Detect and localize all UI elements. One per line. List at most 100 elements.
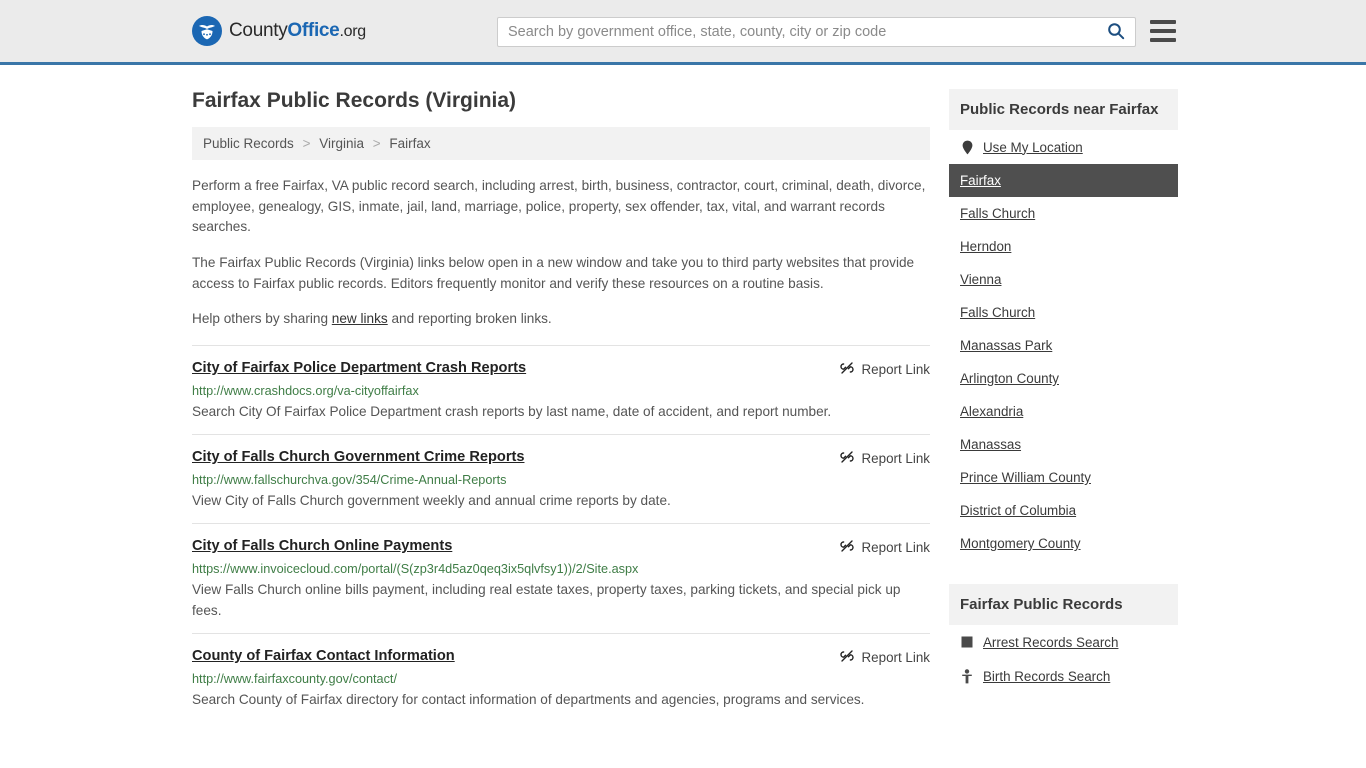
eagle-shield-icon [192, 16, 222, 46]
search-icon [1107, 22, 1125, 43]
sidebar-link-label[interactable]: Prince William County [960, 470, 1091, 485]
result-header: City of Falls Church Online Payments Rep… [192, 538, 930, 557]
report-link-button[interactable]: Report Link [821, 360, 930, 379]
sidebar-link-label[interactable]: Arrest Records Search [983, 635, 1118, 650]
result-url: http://www.crashdocs.org/va-cityoffairfa… [192, 383, 419, 398]
result-item: City of Falls Church Online Payments Rep… [192, 523, 930, 633]
hamburger-menu-icon[interactable] [1150, 20, 1176, 42]
sidebar-link-label[interactable]: Manassas [960, 437, 1021, 452]
breadcrumb-separator-2: > [372, 136, 381, 151]
logo-text-org: .org [339, 23, 366, 40]
new-links-link[interactable]: new links [332, 311, 388, 326]
share-text-after: and reporting broken links. [387, 311, 552, 327]
result-item: City of Falls Church Government Crime Re… [192, 434, 930, 523]
sidebar-link-label[interactable]: Herndon [960, 239, 1011, 254]
result-url: http://www.fairfaxcounty.gov/contact/ [192, 672, 397, 687]
sidebar-item-arlington-county[interactable]: Arlington County [949, 362, 1178, 395]
logo-text-county: County [229, 20, 288, 41]
page-body: Fairfax Public Records (Virginia) Public… [0, 65, 1366, 722]
sidebar-link-label[interactable]: Fairfax [960, 173, 1001, 188]
search-bar [497, 17, 1136, 47]
sidebar-item-prince-william-county[interactable]: Prince William County [949, 461, 1178, 494]
main-content: Fairfax Public Records (Virginia) Public… [192, 65, 930, 722]
sidebar-link-label[interactable]: Montgomery County [960, 536, 1081, 551]
sidebar-records-list: Arrest Records Search Birth Records Sear… [949, 625, 1178, 693]
sidebar: Public Records near Fairfax Use My Locat… [949, 65, 1178, 722]
result-title-link[interactable]: City of Fairfax Police Department Crash … [192, 360, 526, 376]
result-item: City of Fairfax Police Department Crash … [192, 344, 930, 434]
broken-link-icon [839, 360, 855, 379]
breadcrumb-item-public-records[interactable]: Public Records [203, 136, 294, 151]
sidebar-link-label[interactable]: Arlington County [960, 371, 1059, 386]
broken-link-icon [839, 538, 855, 557]
broken-link-icon [839, 449, 855, 468]
sidebar-link-label[interactable]: District of Columbia [960, 503, 1076, 518]
logo-text-office: Office [287, 20, 340, 41]
report-link-label: Report Link [861, 451, 930, 466]
sidebar-item-falls-church-2[interactable]: Falls Church [949, 296, 1178, 329]
site-logo[interactable]: CountyOffice.org [192, 16, 366, 46]
sidebar-item-montgomery-county[interactable]: Montgomery County [949, 527, 1178, 560]
sidebar-link-label[interactable]: Alexandria [960, 404, 1023, 419]
sidebar-item-arrest-records-search[interactable]: Arrest Records Search [949, 625, 1178, 659]
sidebar-nearby-list: Use My Location Fairfax Falls Church Her… [949, 130, 1178, 560]
baby-icon [960, 668, 974, 684]
sidebar-item-falls-church[interactable]: Falls Church [949, 197, 1178, 230]
sidebar-link-label[interactable]: Vienna [960, 272, 1001, 287]
intro-paragraph-1: Perform a free Fairfax, VA public record… [192, 178, 926, 235]
map-pin-icon [960, 139, 974, 155]
result-description: View City of Falls Church government wee… [192, 493, 671, 508]
result-description: View Falls Church online bills payment, … [192, 582, 901, 619]
result-header: City of Falls Church Government Crime Re… [192, 449, 930, 468]
sidebar-item-manassas[interactable]: Manassas [949, 428, 1178, 461]
sidebar-item-manassas-park[interactable]: Manassas Park [949, 329, 1178, 362]
hamburger-bar-3 [1150, 38, 1176, 42]
result-header: County of Fairfax Contact Information Re… [192, 648, 930, 667]
sidebar-item-birth-records-search[interactable]: Birth Records Search [949, 659, 1178, 693]
result-title-link[interactable]: City of Falls Church Online Payments [192, 538, 452, 554]
result-title-link[interactable]: City of Falls Church Government Crime Re… [192, 449, 524, 465]
intro-paragraph-2: The Fairfax Public Records (Virginia) li… [192, 254, 915, 291]
sidebar-heading-nearby: Public Records near Fairfax [949, 89, 1178, 130]
breadcrumb: Public Records > Virginia > Fairfax [192, 127, 930, 160]
result-description: Search City Of Fairfax Police Department… [192, 403, 832, 419]
share-text-before: Help others by sharing [192, 311, 332, 327]
page-title: Fairfax Public Records (Virginia) [192, 89, 517, 112]
result-url: http://www.fallschurchva.gov/354/Crime-A… [192, 473, 507, 487]
sidebar-link-label[interactable]: Falls Church [960, 206, 1035, 221]
report-link-button[interactable]: Report Link [821, 449, 930, 468]
sidebar-item-use-my-location[interactable]: Use My Location [949, 130, 1178, 164]
sidebar-item-herndon[interactable]: Herndon [949, 230, 1178, 263]
result-url: https://www.invoicecloud.com/portal/(S(z… [192, 562, 639, 577]
sidebar-heading-records: Fairfax Public Records [949, 584, 1178, 625]
sidebar-link-label[interactable]: Birth Records Search [983, 669, 1110, 684]
hamburger-bar-1 [1150, 20, 1176, 24]
sidebar-link-label[interactable]: Falls Church [960, 305, 1035, 320]
logo-text: CountyOffice.org [229, 20, 366, 42]
intro-paragraph-3: Help others by sharing new links and rep… [192, 309, 930, 330]
sidebar-item-vienna[interactable]: Vienna [949, 263, 1178, 296]
fingerprint-card-icon [960, 634, 974, 650]
breadcrumb-item-fairfax[interactable]: Fairfax [389, 136, 430, 151]
breadcrumb-separator-1: > [302, 136, 311, 151]
report-link-label: Report Link [861, 361, 930, 377]
sidebar-link-label[interactable]: Manassas Park [960, 338, 1052, 353]
broken-link-icon [839, 648, 855, 667]
report-link-button[interactable]: Report Link [821, 648, 930, 667]
hamburger-bar-2 [1150, 29, 1176, 33]
site-header: CountyOffice.org [0, 0, 1366, 65]
report-link-label: Report Link [861, 540, 930, 556]
report-link-label: Report Link [861, 650, 930, 666]
sidebar-item-alexandria[interactable]: Alexandria [949, 395, 1178, 428]
sidebar-item-fairfax[interactable]: Fairfax [949, 164, 1178, 197]
search-button[interactable] [1097, 18, 1135, 46]
report-link-button[interactable]: Report Link [821, 538, 930, 557]
search-input[interactable] [498, 18, 1097, 46]
sidebar-link-label[interactable]: Use My Location [983, 140, 1083, 155]
breadcrumb-item-virginia[interactable]: Virginia [319, 136, 364, 151]
result-item: County of Fairfax Contact Information Re… [192, 633, 930, 722]
result-description: Search County of Fairfax directory for c… [192, 692, 865, 708]
result-header: City of Fairfax Police Department Crash … [192, 360, 930, 379]
result-title-link[interactable]: County of Fairfax Contact Information [192, 648, 455, 664]
sidebar-item-district-of-columbia[interactable]: District of Columbia [949, 494, 1178, 527]
